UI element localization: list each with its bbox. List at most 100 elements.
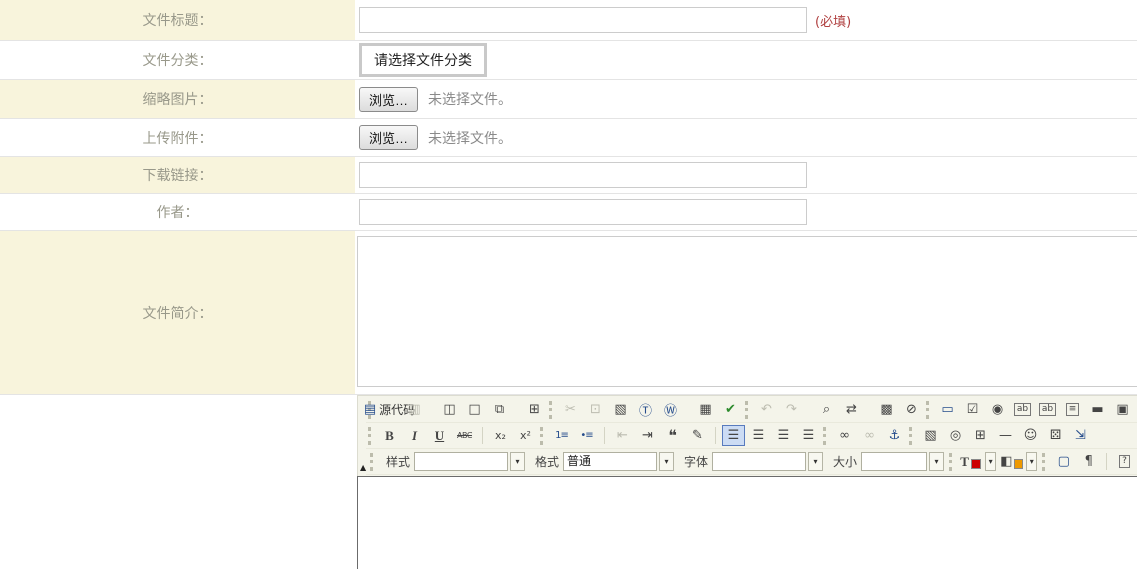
download-link-input[interactable]	[359, 162, 807, 188]
preview-button[interactable]: ⧉	[488, 399, 511, 420]
save-button[interactable]: ◫	[438, 399, 461, 420]
intro-textarea[interactable]	[357, 236, 1137, 387]
background-color-button[interactable]: ◧	[1000, 451, 1023, 472]
select-field-button[interactable]: ≡	[1061, 399, 1084, 420]
size-combo-arrow-icon[interactable]: ▾	[929, 452, 944, 471]
blockquote-button[interactable]: ❝	[661, 425, 684, 446]
smiley-button[interactable]: ☺	[1019, 425, 1042, 446]
align-right-icon: ☰	[778, 428, 790, 443]
format-combo-label: 格式	[535, 453, 559, 470]
browse-thumbnail-button[interactable]: 浏览…	[359, 87, 418, 112]
thumbnail-label: 缩略图片：	[0, 80, 355, 118]
link-button[interactable]: ∞	[833, 425, 856, 446]
replace-button[interactable]: ⇄	[840, 399, 863, 420]
collapse-toolbar-icon[interactable]: ▲	[360, 463, 366, 472]
table-button[interactable]: ⊞	[969, 425, 992, 446]
text-field-button[interactable]: ab	[1011, 399, 1034, 420]
print-button[interactable]: ▦	[694, 399, 717, 420]
background-color-icon: ◧	[1000, 454, 1012, 469]
align-right-button[interactable]: ☰	[772, 425, 795, 446]
category-value-cell: 请选择文件分类	[355, 41, 1137, 79]
create-div-button[interactable]: ✎	[686, 425, 709, 446]
source-button[interactable]: ▤源代码	[378, 399, 401, 420]
size-combo[interactable]	[861, 452, 927, 471]
underline-button[interactable]: U	[428, 425, 451, 446]
templates-icon: ⊞	[529, 402, 540, 417]
underline-icon: U	[435, 428, 444, 444]
paste-from-word-icon: Ⓦ	[664, 400, 677, 419]
about-button[interactable]: ?	[1113, 451, 1136, 472]
align-center-icon: ☰	[753, 428, 765, 443]
undo-icon: ↶	[761, 402, 772, 417]
font-combo[interactable]	[712, 452, 806, 471]
author-label: 作者：	[0, 194, 355, 230]
anchor-button[interactable]: ⚓	[883, 425, 906, 446]
paste-from-word-button[interactable]: Ⓦ	[659, 399, 682, 420]
intro-label: 文件简介：	[0, 231, 355, 394]
cut-button: ✂	[559, 399, 582, 420]
form-button[interactable]: ▭	[936, 399, 959, 420]
italic-button[interactable]: I	[403, 425, 426, 446]
unordered-list-button[interactable]: •≡	[575, 425, 598, 446]
text-field-icon: ab	[1014, 403, 1031, 416]
style-combo-arrow-icon[interactable]: ▾	[510, 452, 525, 471]
image-button[interactable]: ▧	[919, 425, 942, 446]
format-combo[interactable]: 普通	[563, 452, 657, 471]
button-field-button[interactable]: ▬	[1086, 399, 1109, 420]
paste-button[interactable]: ▧	[609, 399, 632, 420]
image-button-button[interactable]: ▣	[1111, 399, 1134, 420]
radio-button-button[interactable]: ◉	[986, 399, 1009, 420]
toolbar-grip	[549, 401, 552, 419]
attachment-label: 上传附件：	[0, 119, 355, 156]
create-div-icon: ✎	[692, 428, 703, 443]
ordered-list-button[interactable]: 1≡	[550, 425, 573, 446]
paste-plain-text-button[interactable]: Ⓣ	[634, 399, 657, 420]
toolbar-separator	[604, 427, 605, 444]
size-combo-label: 大小	[833, 453, 857, 470]
select-all-button[interactable]: ▩	[875, 399, 898, 420]
font-combo-arrow-icon[interactable]: ▾	[808, 452, 823, 471]
page-break-button[interactable]: ⇲	[1069, 425, 1092, 446]
flash-button[interactable]: ◎	[944, 425, 967, 446]
find-button[interactable]: ⌕	[815, 399, 838, 420]
format-combo-arrow-icon[interactable]: ▾	[659, 452, 674, 471]
strikethrough-button[interactable]: ABC	[453, 425, 476, 446]
subscript-button[interactable]: x₂	[489, 425, 512, 446]
editor-editing-area[interactable]	[357, 476, 1137, 569]
horizontal-rule-icon: —	[999, 428, 1012, 443]
background-color-dropdown-arrow-icon[interactable]: ▾	[1026, 452, 1037, 471]
justify-button[interactable]: ☰	[797, 425, 820, 446]
paste-icon: ▧	[614, 402, 626, 417]
align-left-button[interactable]: ☰	[722, 425, 745, 446]
show-blocks-button[interactable]: ¶	[1077, 451, 1100, 472]
textarea-field-button[interactable]: ab	[1036, 399, 1059, 420]
select-field-icon: ≡	[1066, 403, 1080, 416]
file-upload-form-page: 文件标题： (必填) 文件分类： 请选择文件分类 缩略图片： 浏览… 未选择文件…	[0, 0, 1137, 572]
text-color-dropdown-arrow-icon[interactable]: ▾	[985, 452, 996, 471]
bold-button[interactable]: B	[378, 425, 401, 446]
browse-attachment-button[interactable]: 浏览…	[359, 125, 418, 150]
style-combo[interactable]	[414, 452, 508, 471]
increase-indent-button[interactable]: ⇥	[636, 425, 659, 446]
checkbox-button[interactable]: ☑	[961, 399, 984, 420]
unordered-list-icon: •≡	[580, 430, 592, 441]
spell-check-button[interactable]: ✔	[719, 399, 742, 420]
remove-format-button[interactable]: ⊘	[900, 399, 923, 420]
maximize-button[interactable]: ▢	[1052, 451, 1075, 472]
page-break-icon: ⇲	[1075, 428, 1086, 443]
thumbnail-no-file-text: 未选择文件。	[428, 89, 512, 109]
superscript-button[interactable]: x²	[514, 425, 537, 446]
templates-button[interactable]: ⊞	[523, 399, 546, 420]
textarea-field-icon: ab	[1039, 403, 1056, 416]
align-center-button[interactable]: ☰	[747, 425, 770, 446]
horizontal-rule-button[interactable]: —	[994, 425, 1017, 446]
title-input[interactable]	[359, 7, 807, 33]
special-character-button[interactable]: ⚄	[1044, 425, 1067, 446]
text-color-button[interactable]: T	[959, 451, 982, 472]
cut-icon: ✂	[565, 402, 576, 417]
anchor-icon: ⚓	[889, 428, 901, 443]
select-category-button[interactable]: 请选择文件分类	[359, 43, 487, 77]
form-row-thumbnail: 缩略图片： 浏览… 未选择文件。	[0, 80, 1137, 119]
new-page-button[interactable]: □	[463, 399, 486, 420]
author-input[interactable]	[359, 199, 807, 225]
